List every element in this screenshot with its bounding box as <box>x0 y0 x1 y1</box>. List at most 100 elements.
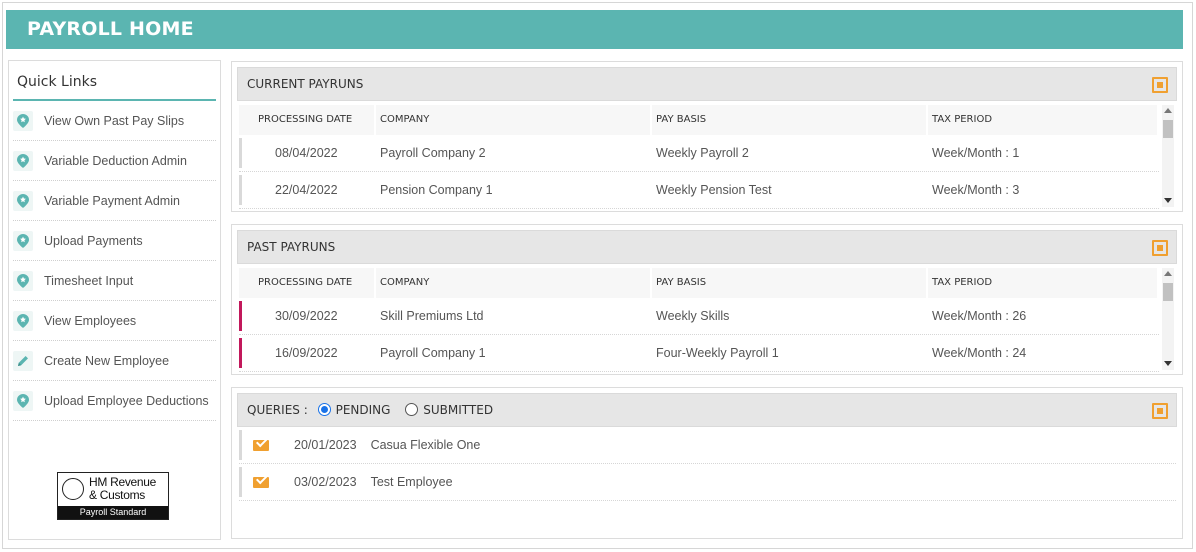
quick-link-create-new-employee[interactable]: Create New Employee <box>13 341 216 381</box>
pin-icon <box>13 150 33 171</box>
quick-link-label: Upload Payments <box>44 233 143 248</box>
column-company[interactable]: COMPANY <box>376 105 652 135</box>
pin-icon <box>13 390 33 411</box>
expand-icon[interactable] <box>1152 240 1168 256</box>
pin-icon <box>13 270 33 291</box>
column-tax-period[interactable]: TAX PERIOD <box>928 268 1159 298</box>
quick-link-label: Timesheet Input <box>44 273 134 288</box>
quick-links-title: Quick Links <box>13 70 216 101</box>
queries-header: QUERIES : PENDING SUBMITTED <box>237 393 1177 427</box>
query-date: 20/01/2023 <box>294 438 357 452</box>
scrollbar[interactable] <box>1162 268 1174 370</box>
current-payruns-panel: CURRENT PAYRUNS PROCESSING DATE COMPANY … <box>231 61 1183 212</box>
column-processing-date[interactable]: PROCESSING DATE <box>239 105 376 135</box>
scroll-down-icon[interactable] <box>1164 361 1172 366</box>
scroll-thumb[interactable] <box>1163 120 1173 138</box>
scroll-up-icon[interactable] <box>1164 108 1172 113</box>
list-item[interactable]: 03/02/2023 Test Employee <box>239 464 1176 501</box>
cell-pay-basis: Four-Weekly Payroll 1 <box>656 346 779 360</box>
column-company[interactable]: COMPANY <box>376 268 652 298</box>
quick-links-list: View Own Past Pay Slips Variable Deducti… <box>13 101 216 421</box>
quick-link-label: Variable Payment Admin <box>44 193 180 208</box>
current-payruns-header: CURRENT PAYRUNS <box>237 67 1177 101</box>
cell-pay-basis: Weekly Pension Test <box>656 183 772 197</box>
pin-icon <box>13 230 33 251</box>
cell-processing-date: 16/09/2022 <box>275 346 338 360</box>
hmrc-logo-line2: & Customs <box>89 488 145 502</box>
quick-link-timesheet-input[interactable]: Timesheet Input <box>13 261 216 301</box>
crown-crest-icon <box>62 478 84 500</box>
scroll-thumb[interactable] <box>1163 283 1173 301</box>
query-employee: Test Employee <box>370 475 453 489</box>
table-row[interactable]: 30/09/2022 Skill Premiums Ltd Weekly Ski… <box>239 298 1159 335</box>
pin-icon <box>13 110 33 131</box>
quick-link-label: Upload Employee Deductions <box>44 393 209 408</box>
table-row[interactable]: 08/04/2022 Payroll Company 2 Weekly Payr… <box>239 135 1159 172</box>
quick-link-upload-payments[interactable]: Upload Payments <box>13 221 216 261</box>
queries-list: 20/01/2023 Casua Flexible One 03/02/2023… <box>239 427 1176 501</box>
table-header: PROCESSING DATE COMPANY PAY BASIS TAX PE… <box>239 268 1159 298</box>
quick-links-panel: Quick Links View Own Past Pay Slips Vari… <box>8 60 221 540</box>
cell-company: Skill Premiums Ltd <box>380 309 484 323</box>
pending-radio-label[interactable]: PENDING <box>336 403 391 417</box>
past-payruns-panel: PAST PAYRUNS PROCESSING DATE COMPANY PAY… <box>231 224 1183 375</box>
quick-link-upload-employee-deductions[interactable]: Upload Employee Deductions <box>13 381 216 421</box>
hmrc-logo-line1: HM Revenue <box>89 475 157 489</box>
cell-company: Payroll Company 1 <box>380 346 486 360</box>
submitted-radio-label[interactable]: SUBMITTED <box>423 403 493 417</box>
cell-tax-period: Week/Month : 26 <box>932 309 1027 323</box>
page-title: PAYROLL HOME <box>6 10 1183 49</box>
cell-company: Payroll Company 2 <box>380 146 486 160</box>
pencil-icon <box>13 350 33 371</box>
cell-tax-period: Week/Month : 24 <box>932 346 1027 360</box>
past-payruns-title: PAST PAYRUNS <box>247 240 336 254</box>
table-header: PROCESSING DATE COMPANY PAY BASIS TAX PE… <box>239 105 1159 135</box>
past-payruns-header: PAST PAYRUNS <box>237 230 1177 264</box>
table-row[interactable]: 22/04/2022 Pension Company 1 Weekly Pens… <box>239 172 1159 209</box>
past-payruns-table: PROCESSING DATE COMPANY PAY BASIS TAX PE… <box>239 268 1159 372</box>
quick-link-variable-payment-admin[interactable]: Variable Payment Admin <box>13 181 216 221</box>
cell-pay-basis: Weekly Payroll 2 <box>656 146 749 160</box>
query-employee: Casua Flexible One <box>370 438 481 452</box>
scrollbar[interactable] <box>1162 105 1174 207</box>
cell-tax-period: Week/Month : 1 <box>932 146 1020 160</box>
current-payruns-title: CURRENT PAYRUNS <box>247 77 364 91</box>
queries-label: QUERIES : <box>247 403 308 417</box>
hmrc-logo: HM Revenue & Customs Payroll Standard <box>57 472 169 520</box>
column-pay-basis[interactable]: PAY BASIS <box>652 105 928 135</box>
column-processing-date[interactable]: PROCESSING DATE <box>239 268 376 298</box>
hmrc-logo-bar: Payroll Standard <box>58 506 168 519</box>
expand-icon[interactable] <box>1152 403 1168 419</box>
pending-radio[interactable] <box>317 403 331 416</box>
cell-pay-basis: Weekly Skills <box>656 309 730 323</box>
scroll-down-icon[interactable] <box>1164 198 1172 203</box>
column-tax-period[interactable]: TAX PERIOD <box>928 105 1159 135</box>
pin-icon <box>13 310 33 331</box>
quick-link-view-own-past-pay-slips[interactable]: View Own Past Pay Slips <box>13 101 216 141</box>
query-date: 03/02/2023 <box>294 475 357 489</box>
mail-icon <box>253 439 269 451</box>
column-pay-basis[interactable]: PAY BASIS <box>652 268 928 298</box>
queries-panel: QUERIES : PENDING SUBMITTED 20/01/2023 C… <box>231 387 1183 539</box>
row-marker <box>239 467 242 497</box>
cell-tax-period: Week/Month : 3 <box>932 183 1020 197</box>
pin-icon <box>13 190 33 211</box>
cell-processing-date: 22/04/2022 <box>275 183 338 197</box>
row-marker <box>239 430 242 460</box>
quick-link-label: View Own Past Pay Slips <box>44 113 185 128</box>
cell-processing-date: 08/04/2022 <box>275 146 338 160</box>
cell-company: Pension Company 1 <box>380 183 493 197</box>
quick-link-label: View Employees <box>44 313 137 328</box>
current-payruns-table: PROCESSING DATE COMPANY PAY BASIS TAX PE… <box>239 105 1159 209</box>
expand-icon[interactable] <box>1152 77 1168 93</box>
quick-link-view-employees[interactable]: View Employees <box>13 301 216 341</box>
table-row[interactable]: 16/09/2022 Payroll Company 1 Four-Weekly… <box>239 335 1159 372</box>
submitted-radio[interactable] <box>405 403 419 416</box>
quick-link-label: Variable Deduction Admin <box>44 153 187 168</box>
quick-link-variable-deduction-admin[interactable]: Variable Deduction Admin <box>13 141 216 181</box>
scroll-up-icon[interactable] <box>1164 271 1172 276</box>
quick-link-label: Create New Employee <box>44 353 170 368</box>
cell-processing-date: 30/09/2022 <box>275 309 338 323</box>
list-item[interactable]: 20/01/2023 Casua Flexible One <box>239 427 1176 464</box>
mail-icon <box>253 476 269 488</box>
